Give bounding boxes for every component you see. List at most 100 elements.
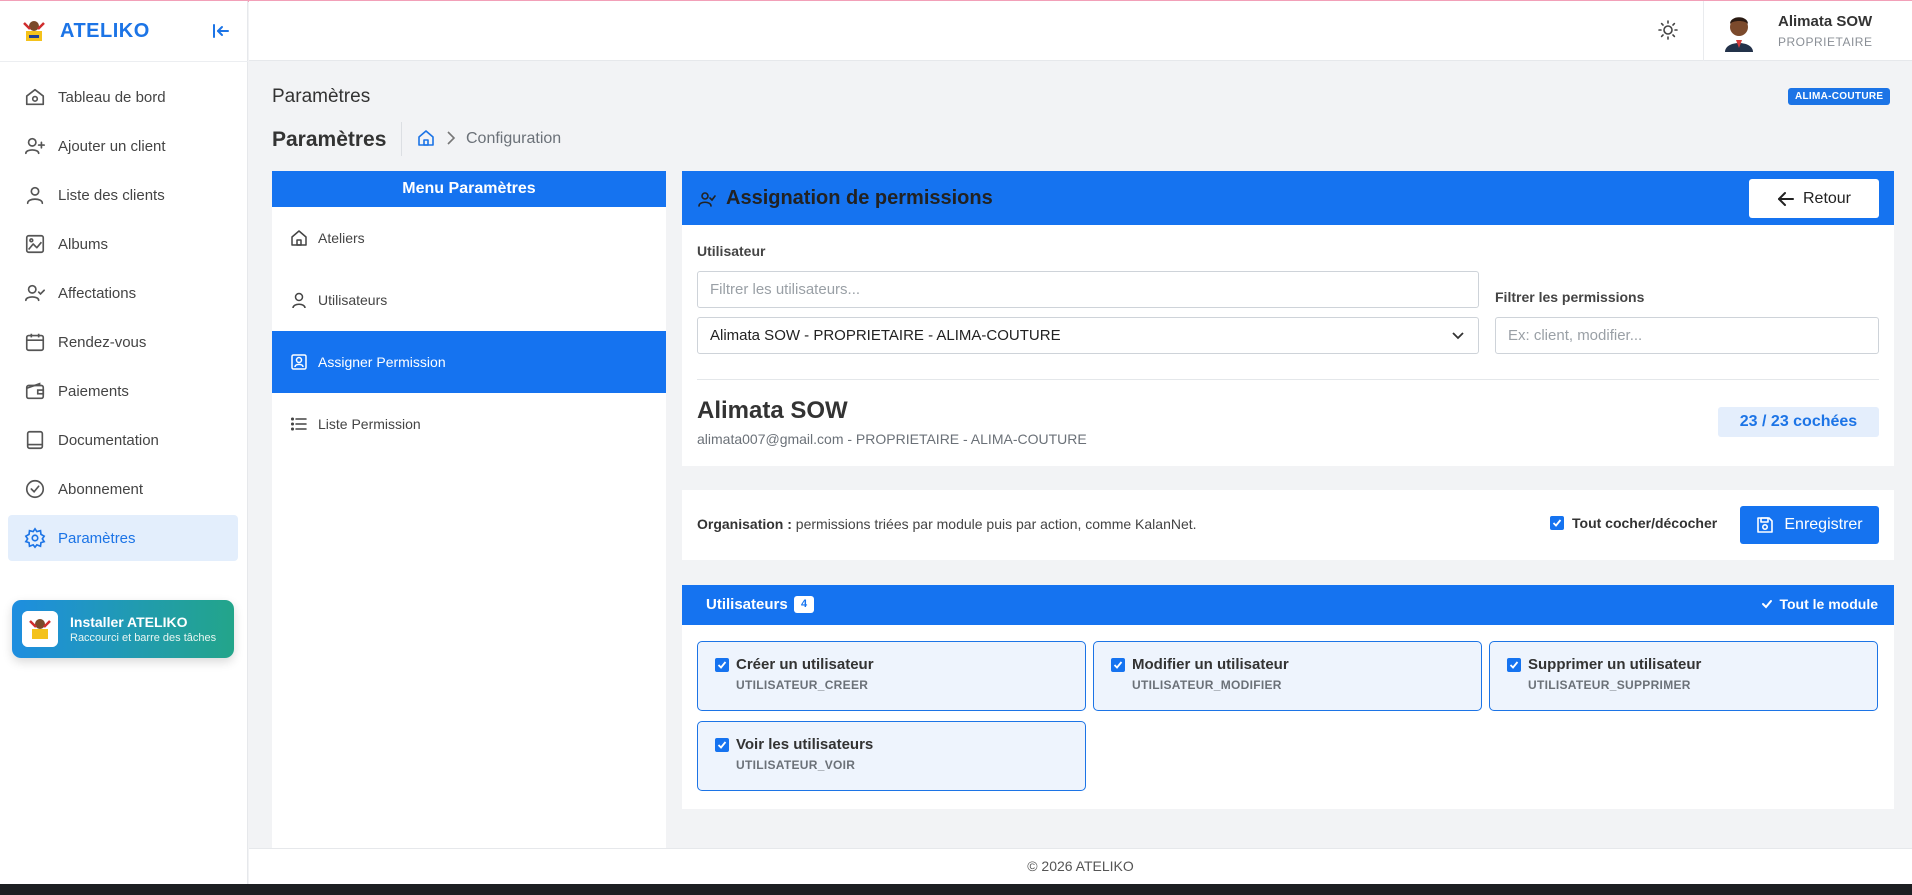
footer: © 2026 ATELIKO xyxy=(249,848,1912,884)
install-title: Installer ATELIKO xyxy=(70,614,188,630)
sidebar-item-abonnement[interactable]: Abonnement xyxy=(8,466,238,512)
sidebar-item-label: Ajouter un client xyxy=(58,137,166,155)
page-title: Paramètres xyxy=(272,86,371,107)
settings-menu-label: Utilisateurs xyxy=(318,292,388,308)
top-header: Alimata SOW PROPRIETAIRE xyxy=(249,1,1912,61)
checkbox-checked-icon[interactable] xyxy=(1111,658,1125,672)
settings-menu-item-utilisateurs[interactable]: Utilisateurs xyxy=(272,269,666,331)
sidebar-item-albums[interactable]: Albums xyxy=(8,221,238,267)
user-icon xyxy=(292,292,306,309)
back-button[interactable]: Retour xyxy=(1749,179,1879,218)
avatar[interactable] xyxy=(1719,10,1759,52)
permission-card[interactable]: Supprimer un utilisateur UTILISATEUR_SUP… xyxy=(1489,641,1878,711)
sidebar-item-label: Documentation xyxy=(58,431,159,449)
book-icon xyxy=(26,430,44,450)
image-icon xyxy=(25,234,45,254)
settings-menu-title: Menu Paramètres xyxy=(272,171,666,207)
settings-menu-item-ateliers[interactable]: Ateliers xyxy=(272,207,666,269)
sidebar-item-label: Albums xyxy=(58,235,109,253)
card-title: Assignation de permissions xyxy=(726,187,993,209)
organisation-note: Organisation : permissions triées par mo… xyxy=(697,516,1197,532)
chevron-right-icon xyxy=(447,131,456,145)
user-check-icon xyxy=(25,284,45,302)
permission-filter-input[interactable]: Ex: client, modifier... xyxy=(1495,317,1879,354)
module-count-badge: 4 xyxy=(794,596,814,613)
org-tag-badge: ALIMA-COUTURE xyxy=(1788,88,1891,105)
permission-filter-label: Filtrer les permissions xyxy=(1495,289,1645,305)
header-divider xyxy=(1703,1,1704,61)
sidebar-item-rendez-vous[interactable]: Rendez-vous xyxy=(8,319,238,365)
sidebar-item-parametres[interactable]: Paramètres xyxy=(8,515,238,561)
permission-card[interactable]: Modifier un utilisateur UTILISATEUR_MODI… xyxy=(1093,641,1482,711)
organisation-bar: Organisation : permissions triées par mo… xyxy=(682,490,1894,560)
sidebar-item-label: Paramètres xyxy=(58,529,136,547)
user-name[interactable]: Alimata SOW xyxy=(1778,13,1872,30)
settings-menu-label: Ateliers xyxy=(318,230,365,246)
selected-user-info: alimata007@gmail.com - PROPRIETAIRE - AL… xyxy=(697,431,1087,447)
save-button[interactable]: Enregistrer xyxy=(1740,506,1879,544)
check-icon xyxy=(1762,600,1773,609)
permission-name: Supprimer un utilisateur xyxy=(1528,656,1702,673)
permission-name: Modifier un utilisateur xyxy=(1132,656,1289,673)
organisation-text: permissions triées par module puis par a… xyxy=(795,516,1197,532)
home-icon xyxy=(291,230,307,246)
ateliko-logo-icon xyxy=(23,21,45,41)
permission-card[interactable]: Voir les utilisateurs UTILISATEUR_VOIR xyxy=(697,721,1086,791)
save-icon xyxy=(1757,517,1774,533)
sidebar: ATELIKO Tableau de bord Ajouter un clien… xyxy=(0,1,248,884)
settings-menu-label: Assigner Permission xyxy=(318,354,446,370)
chevron-down-icon xyxy=(1452,332,1464,340)
user-icon xyxy=(26,186,44,205)
arrow-left-icon xyxy=(1777,191,1794,206)
settings-menu-item-liste-permission[interactable]: Liste Permission xyxy=(272,393,666,455)
card-header: Assignation de permissions Retour xyxy=(682,171,1894,225)
divider xyxy=(697,379,1879,380)
sidebar-item-label: Paiements xyxy=(58,382,129,400)
toggle-all-label: Tout cocher/décocher xyxy=(1572,515,1718,531)
breadcrumb-home-icon[interactable] xyxy=(417,129,435,147)
breadcrumb-current: Configuration xyxy=(466,130,562,147)
user-badge-icon xyxy=(291,354,307,370)
toggle-all-checkbox[interactable]: Tout cocher/décocher xyxy=(1550,515,1717,531)
collapse-sidebar-icon[interactable] xyxy=(210,20,232,42)
toggle-module-label: Tout le module xyxy=(1779,596,1878,612)
toggle-module-button[interactable]: Tout le module xyxy=(1761,596,1878,612)
sidebar-nav: Tableau de bord Ajouter un client Liste … xyxy=(8,74,238,564)
wallet-icon xyxy=(25,382,45,400)
checkbox-checked-icon[interactable] xyxy=(1507,658,1521,672)
settings-menu-item-assigner-permission[interactable]: Assigner Permission xyxy=(272,331,666,393)
sidebar-item-tableau-de-bord[interactable]: Tableau de bord xyxy=(8,74,238,120)
module-title: Utilisateurs xyxy=(706,596,788,613)
user-filter-input[interactable]: Filtrer les utilisateurs... xyxy=(697,271,1479,308)
sun-icon[interactable] xyxy=(1657,19,1679,41)
permission-card[interactable]: Créer un utilisateur UTILISATEUR_CREER xyxy=(697,641,1086,711)
install-subtitle: Raccourci et barre des tâches xyxy=(70,632,217,644)
section-title: Paramètres xyxy=(272,128,387,151)
user-select[interactable]: Alimata SOW - PROPRIETAIRE - ALIMA-COUTU… xyxy=(697,317,1479,354)
title-divider xyxy=(401,122,402,156)
selected-user-name: Alimata SOW xyxy=(697,397,848,424)
install-app-banner[interactable]: Installer ATELIKO Raccourci et barre des… xyxy=(12,600,234,658)
user-check-icon xyxy=(698,192,716,207)
permission-name: Créer un utilisateur xyxy=(736,656,874,673)
ateliko-logo-icon xyxy=(22,611,58,647)
permission-assignment-card: Assignation de permissions Retour Utilis… xyxy=(682,171,1894,466)
sidebar-item-ajouter-client[interactable]: Ajouter un client xyxy=(8,123,238,169)
checkbox-checked-icon[interactable] xyxy=(715,658,729,672)
module-header: Utilisateurs 4 Tout le module xyxy=(682,585,1894,625)
sidebar-item-liste-clients[interactable]: Liste des clients xyxy=(8,172,238,218)
brand: ATELIKO xyxy=(0,1,248,62)
app-name: ATELIKO xyxy=(60,20,150,42)
user-role: PROPRIETAIRE xyxy=(1778,35,1873,49)
list-icon xyxy=(290,417,307,431)
gear-icon xyxy=(24,527,46,549)
checkbox-checked-icon[interactable] xyxy=(715,738,729,752)
sidebar-item-paiements[interactable]: Paiements xyxy=(8,368,238,414)
user-plus-icon xyxy=(25,137,45,155)
settings-menu: Menu Paramètres Ateliers Utilisateurs As… xyxy=(272,171,666,848)
app-root: ATELIKO Tableau de bord Ajouter un clien… xyxy=(0,0,1912,884)
sidebar-item-documentation[interactable]: Documentation xyxy=(8,417,238,463)
sidebar-item-affectations[interactable]: Affectations xyxy=(8,270,238,316)
settings-menu-label: Liste Permission xyxy=(318,416,421,432)
sidebar-item-label: Tableau de bord xyxy=(58,88,166,106)
